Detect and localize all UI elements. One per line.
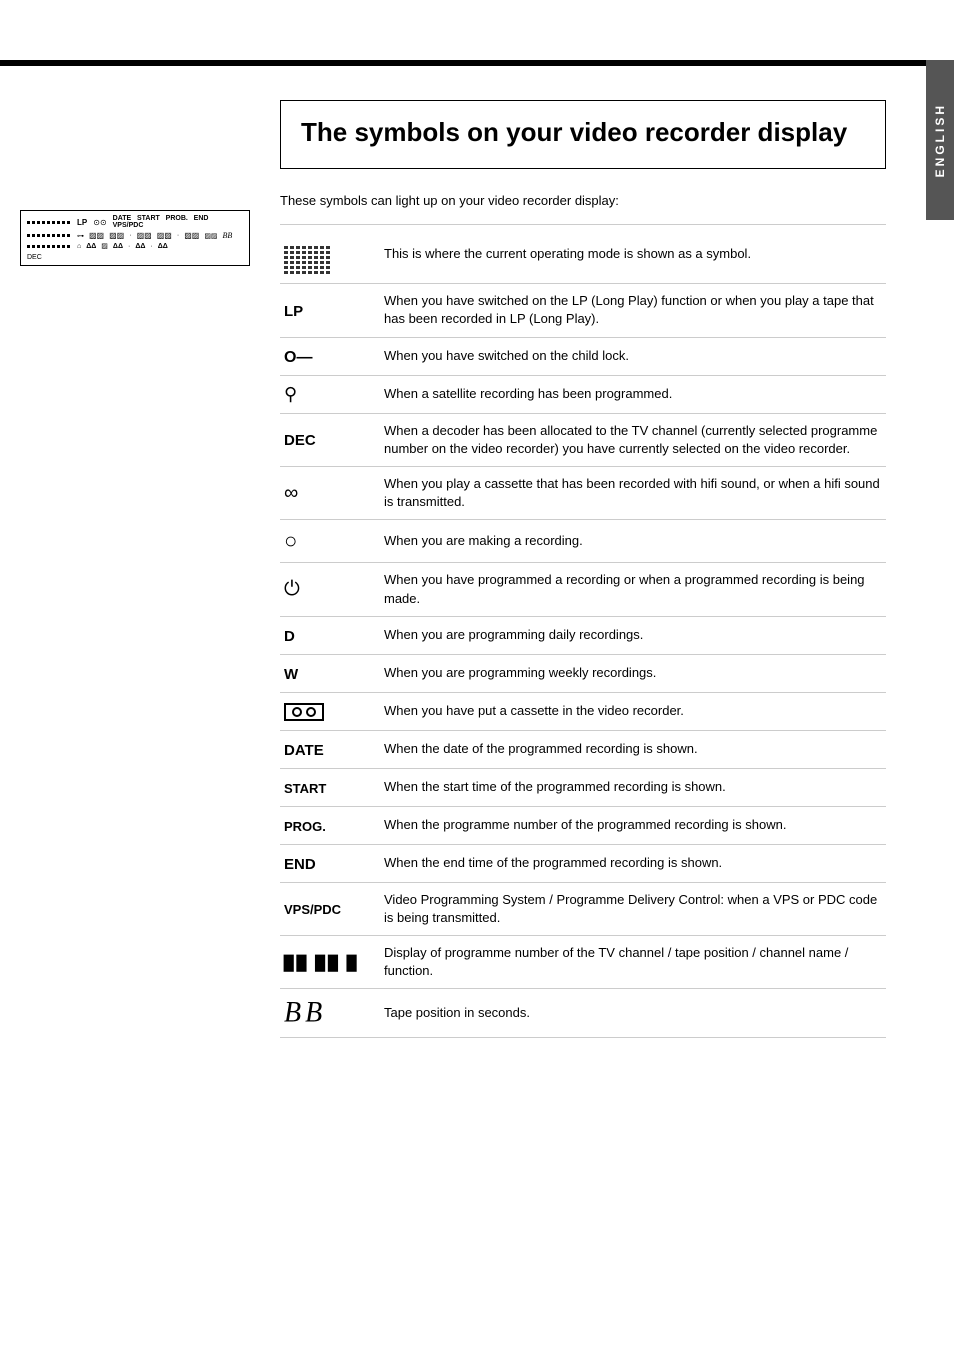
symbol-cell-hifi: ∞	[280, 466, 380, 519]
desc-cell-tape-seconds: Tape position in seconds.	[380, 989, 886, 1038]
desc-cell-prog: When the programme number of the program…	[380, 806, 886, 844]
desc-cell-recording: When you are making a recording.	[380, 520, 886, 563]
desc-cell-vps: Video Programming System / Programme Del…	[380, 882, 886, 935]
symbol-cell-tape-seconds: ΒΒ	[280, 989, 380, 1038]
desc-cell-display-blocks: Display of programme number of the TV ch…	[380, 936, 886, 989]
symbol-cell-vps: VPS/PDC	[280, 882, 380, 935]
symbol-cell-dec: DEC	[280, 413, 380, 466]
intro-text: These symbols can light up on your video…	[280, 193, 886, 208]
symbol-cell-childlock: O―	[280, 337, 380, 375]
symbol-cell-end: END	[280, 844, 380, 882]
symbol-cell-daily: D	[280, 616, 380, 654]
title-box: The symbols on your video recorder displ…	[280, 100, 886, 169]
desc-cell-dec: When a decoder has been allocated to the…	[380, 413, 886, 466]
table-row: O―When you have switched on the child lo…	[280, 337, 886, 375]
desc-cell-date: When the date of the programmed recordin…	[380, 730, 886, 768]
desc-cell-timer: When you have programmed a recording or …	[380, 563, 886, 616]
symbol-cell-recording: ○	[280, 520, 380, 563]
sidebar-tab: ENGLISH	[926, 60, 954, 220]
table-row: ○When you are making a recording.	[280, 520, 886, 563]
top-border	[0, 60, 954, 66]
table-row: DWhen you are programming daily recordin…	[280, 616, 886, 654]
table-row: When you have put a cassette in the vide…	[280, 692, 886, 730]
desc-cell-weekly: When you are programming weekly recordin…	[380, 654, 886, 692]
symbol-cell-weekly: W	[280, 654, 380, 692]
table-row: ENDWhen the end time of the programmed r…	[280, 844, 886, 882]
table-row: WWhen you are programming weekly recordi…	[280, 654, 886, 692]
symbols-table: This is where the current operating mode…	[280, 224, 886, 1038]
table-row: ∞When you play a cassette that has been …	[280, 466, 886, 519]
symbol-cell-start: START	[280, 768, 380, 806]
desc-cell-end: When the end time of the programmed reco…	[380, 844, 886, 882]
symbol-cell-display-blocks: ▉▉ ▉▉ ▉	[280, 936, 380, 989]
desc-cell-cassette: When you have put a cassette in the vide…	[380, 692, 886, 730]
table-row: ΒΒTape position in seconds.	[280, 989, 886, 1038]
table-row: STARTWhen the start time of the programm…	[280, 768, 886, 806]
desc-cell-start: When the start time of the programmed re…	[380, 768, 886, 806]
table-row: ⏻When you have programmed a recording or…	[280, 563, 886, 616]
desc-cell-lp: When you have switched on the LP (Long P…	[380, 284, 886, 337]
table-row: ▉▉ ▉▉ ▉Display of programme number of th…	[280, 936, 886, 989]
table-row: DATEWhen the date of the programmed reco…	[280, 730, 886, 768]
symbol-cell-operating-mode	[280, 225, 380, 284]
main-content: The symbols on your video recorder displ…	[0, 80, 926, 1078]
table-row: ⚲When a satellite recording has been pro…	[280, 375, 886, 413]
table-row: PROG.When the programme number of the pr…	[280, 806, 886, 844]
symbol-cell-cassette	[280, 692, 380, 730]
symbol-cell-satellite: ⚲	[280, 375, 380, 413]
desc-cell-daily: When you are programming daily recording…	[380, 616, 886, 654]
desc-cell-operating-mode: This is where the current operating mode…	[380, 225, 886, 284]
symbol-cell-timer: ⏻	[280, 563, 380, 616]
symbol-cell-lp: LP	[280, 284, 380, 337]
table-row: VPS/PDCVideo Programming System / Progra…	[280, 882, 886, 935]
symbol-cell-prog: PROG.	[280, 806, 380, 844]
table-row: DECWhen a decoder has been allocated to …	[280, 413, 886, 466]
desc-cell-satellite: When a satellite recording has been prog…	[380, 375, 886, 413]
desc-cell-childlock: When you have switched on the child lock…	[380, 337, 886, 375]
page-title: The symbols on your video recorder displ…	[301, 117, 865, 148]
table-row: LPWhen you have switched on the LP (Long…	[280, 284, 886, 337]
symbol-cell-date: DATE	[280, 730, 380, 768]
desc-cell-hifi: When you play a cassette that has been r…	[380, 466, 886, 519]
sidebar-label: ENGLISH	[933, 103, 947, 177]
table-row: This is where the current operating mode…	[280, 225, 886, 284]
